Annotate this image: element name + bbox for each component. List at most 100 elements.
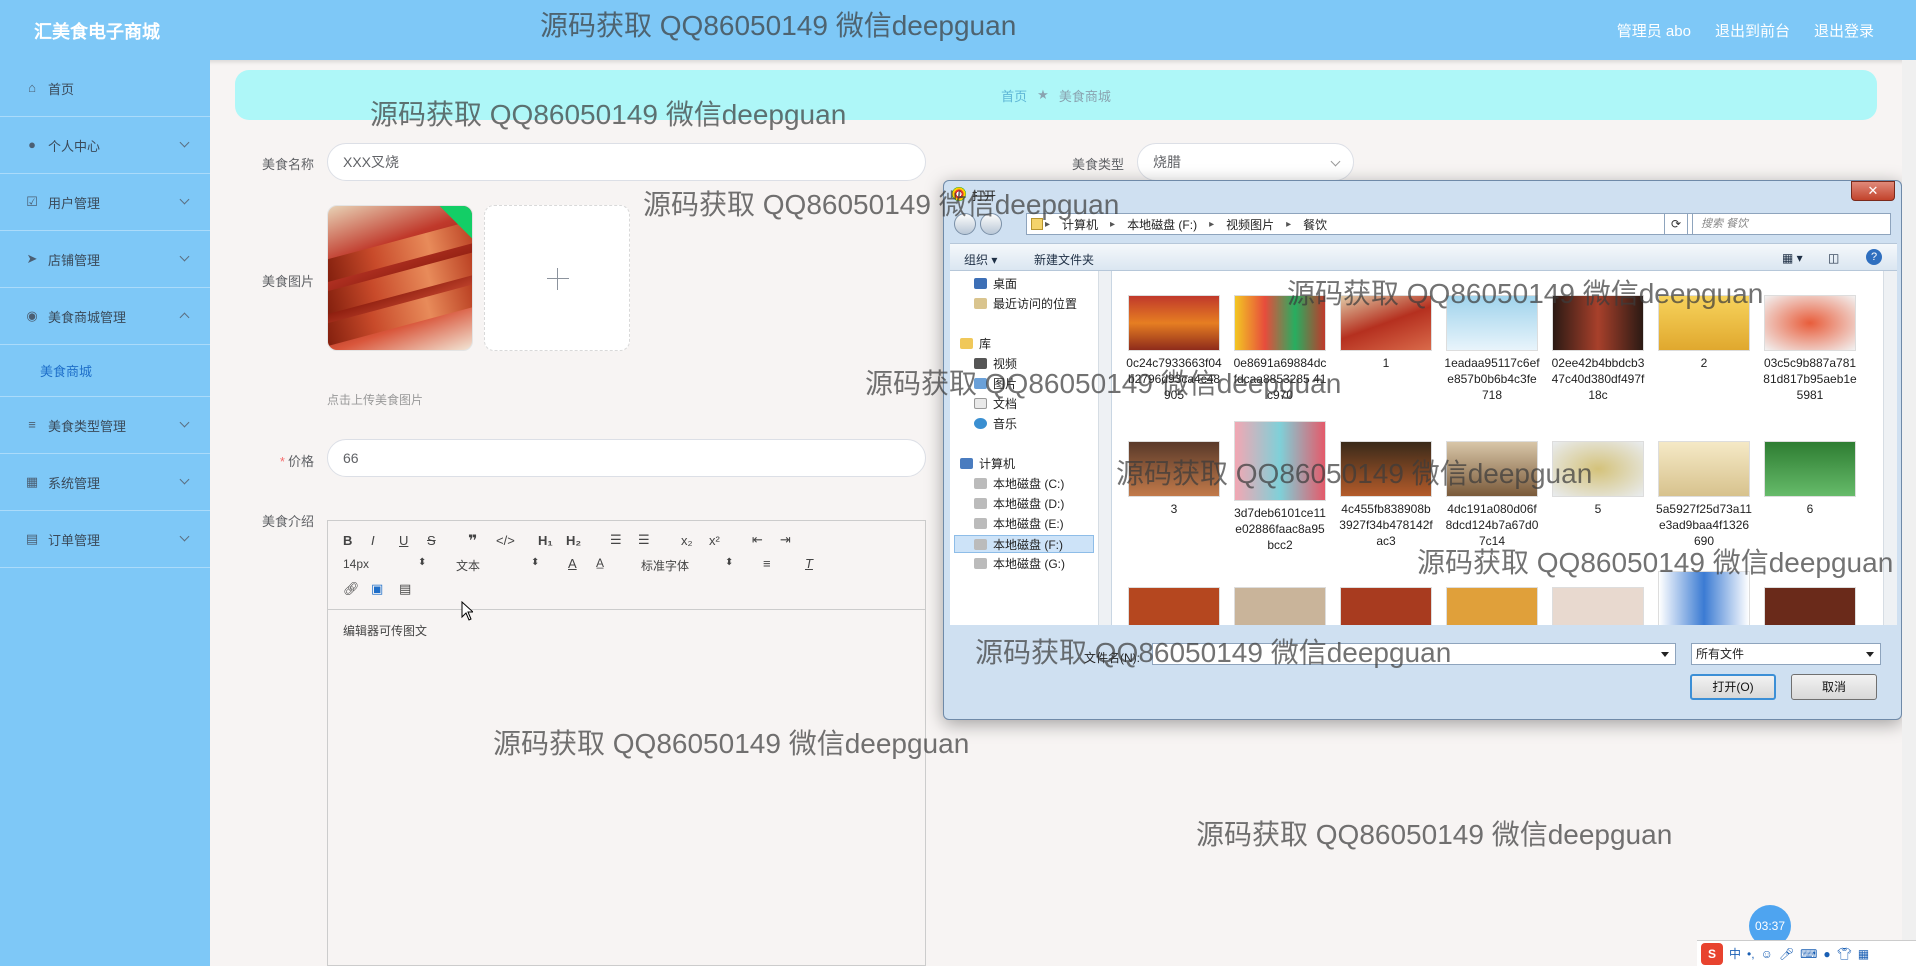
font-color-icon[interactable]: A xyxy=(568,556,577,571)
image-upload-button[interactable] xyxy=(484,205,630,351)
path-segment[interactable]: 计算机 xyxy=(1062,216,1098,233)
tree-item-pictures[interactable]: 图片 xyxy=(974,375,1017,393)
tree-item-computer[interactable]: 计算机 xyxy=(960,455,1015,473)
background-color-icon[interactable]: A̲ xyxy=(596,556,604,570)
page-scrollbar[interactable] xyxy=(1902,60,1916,966)
filetype-select[interactable]: 所有文件 xyxy=(1691,643,1881,665)
user-icon[interactable]: ● xyxy=(1823,947,1830,961)
new-folder-button[interactable]: 新建文件夹 xyxy=(1034,251,1094,268)
file-item[interactable]: 03c5c9b887a78181d817b95aeb1e5981 xyxy=(1762,295,1858,403)
tree-scrollbar[interactable] xyxy=(1098,271,1111,625)
quote-icon[interactable]: ❞ xyxy=(468,531,477,551)
grid-icon[interactable]: ▦ xyxy=(1858,947,1869,961)
subscript-icon[interactable]: x₂ xyxy=(681,533,693,548)
keyboard-icon[interactable]: ⌨ xyxy=(1800,947,1817,961)
file-item[interactable] xyxy=(1550,587,1646,625)
align-icon[interactable]: ≡ xyxy=(763,556,771,571)
cancel-button[interactable]: 取消 xyxy=(1791,674,1877,700)
ime-mode-toggle[interactable]: 中 xyxy=(1729,945,1741,962)
superscript-icon[interactable]: x² xyxy=(709,533,720,548)
file-item[interactable]: 2 xyxy=(1656,295,1752,371)
tree-item-documents[interactable]: 文档 xyxy=(974,395,1017,413)
tree-item-desktop[interactable]: 桌面 xyxy=(974,275,1017,293)
sidebar-item-orders[interactable]: ▤ 订单管理 xyxy=(0,511,210,568)
font-size-select[interactable]: 14px xyxy=(343,557,369,571)
indent-icon[interactable]: ⇥ xyxy=(780,532,791,548)
help-icon[interactable]: ? xyxy=(1866,249,1882,265)
logout-link[interactable]: 退出登录 xyxy=(1814,20,1874,41)
tree-item-drive-f[interactable]: 本地磁盘 (F:) xyxy=(954,535,1094,553)
emoji-icon[interactable]: ☺ xyxy=(1761,947,1773,961)
paragraph-select[interactable]: 文本 xyxy=(456,557,480,574)
admin-user-link[interactable]: 管理员 abo xyxy=(1617,20,1691,41)
microphone-icon[interactable]: 🎤︎ xyxy=(1779,947,1794,961)
sidebar-subitem-food-mall[interactable]: 美食商城 xyxy=(0,345,210,397)
sidebar-item-food-mall[interactable]: ◉ 美食商城管理 xyxy=(0,288,210,345)
preview-pane-icon[interactable]: ◫ xyxy=(1828,251,1839,265)
tree-item-recent[interactable]: 最近访问的位置 xyxy=(974,295,1077,313)
file-item[interactable]: 3d7deb6101ce11e02886faac8a95bcc2 xyxy=(1232,421,1328,553)
forward-button[interactable] xyxy=(980,213,1002,235)
open-button[interactable]: 打开(O) xyxy=(1690,674,1776,700)
address-bar[interactable]: ▸ 计算机 ▸ 本地磁盘 (F:) ▸ 视频图片 ▸ 餐饮 xyxy=(1026,213,1698,235)
food-name-input[interactable]: XXX叉烧 xyxy=(327,143,926,181)
underline-icon[interactable]: U xyxy=(399,533,408,548)
tree-item-videos[interactable]: 视频 xyxy=(974,355,1017,373)
file-item[interactable] xyxy=(1338,587,1434,625)
tree-item-drive-e[interactable]: 本地磁盘 (E:) xyxy=(974,515,1064,533)
heading2-icon[interactable]: H₂ xyxy=(566,533,581,548)
close-icon[interactable]: ✕ xyxy=(1851,181,1895,201)
clear-format-icon[interactable]: T xyxy=(805,556,813,571)
file-item[interactable]: 3 xyxy=(1126,441,1222,517)
ordered-list-icon[interactable]: ☰ xyxy=(610,532,622,548)
organize-button[interactable]: 组织 ▾ xyxy=(964,251,997,268)
price-input[interactable]: 66 xyxy=(327,439,926,477)
file-item[interactable]: 0c24c7933663f04b2796d93ca4c48905 xyxy=(1126,295,1222,403)
image-icon[interactable]: ▣ xyxy=(371,581,383,597)
link-icon[interactable]: 🔗︎ xyxy=(343,581,360,597)
files-scrollbar[interactable] xyxy=(1883,271,1897,625)
folder-search-input[interactable]: 搜索 餐饮 xyxy=(1692,213,1891,235)
path-segment[interactable]: 餐饮 xyxy=(1303,216,1327,233)
sidebar-item-home[interactable]: ⌂ 首页 xyxy=(0,60,210,117)
path-segment[interactable]: 视频图片 xyxy=(1226,216,1274,233)
file-item[interactable] xyxy=(1232,587,1328,625)
file-item[interactable]: 4dc191a080d06f8dcd124b7a67d07c14 xyxy=(1444,441,1540,549)
sidebar-item-profile[interactable]: ● 个人中心 xyxy=(0,117,210,174)
font-family-select[interactable]: 标准字体 xyxy=(641,557,689,574)
file-item[interactable] xyxy=(1656,571,1752,625)
file-item[interactable]: 6 xyxy=(1762,441,1858,517)
file-item[interactable]: 4c455fb838908b3927f34b478142fac3 xyxy=(1338,441,1434,549)
strikethrough-icon[interactable]: S xyxy=(427,533,436,548)
file-item[interactable]: 5a5927f25d73a11e3ad9baa4f1326690 xyxy=(1656,441,1752,549)
file-item[interactable]: 0e8691a69884dcfdcaa8853285 41c970 xyxy=(1232,295,1328,403)
code-icon[interactable]: </> xyxy=(496,533,515,548)
tree-item-drive-c[interactable]: 本地磁盘 (C:) xyxy=(974,475,1064,493)
exit-to-frontend-link[interactable]: 退出到前台 xyxy=(1715,20,1790,41)
file-item[interactable]: 1 xyxy=(1338,295,1434,371)
food-type-select[interactable]: 烧腊 xyxy=(1137,143,1354,181)
path-segment[interactable]: 本地磁盘 (F:) xyxy=(1127,216,1197,233)
editor-content[interactable]: 编辑器可传图文 xyxy=(328,610,925,651)
sidebar-item-users[interactable]: ☑ 用户管理 xyxy=(0,174,210,231)
tree-item-drive-g[interactable]: 本地磁盘 (G:) xyxy=(974,555,1065,573)
refresh-icon[interactable]: ⟳ xyxy=(1664,213,1688,235)
sidebar-item-shops[interactable]: ➤ 店铺管理 xyxy=(0,231,210,288)
heading1-icon[interactable]: H₁ xyxy=(538,533,553,548)
file-item[interactable]: 02ee42b4bbdcb347c40d380df497f18c xyxy=(1550,295,1646,403)
tree-item-music[interactable]: 音乐 xyxy=(974,415,1017,433)
filename-input[interactable] xyxy=(1152,643,1676,665)
file-item[interactable] xyxy=(1762,587,1858,625)
file-item[interactable] xyxy=(1126,587,1222,625)
sogou-logo-icon[interactable]: S xyxy=(1701,942,1723,965)
file-item[interactable] xyxy=(1444,587,1540,625)
skin-icon[interactable]: 👕︎ xyxy=(1837,947,1852,961)
sidebar-item-food-types[interactable]: ≡ 美食类型管理 xyxy=(0,397,210,454)
view-options-icon[interactable]: ▦ ▾ xyxy=(1782,251,1803,265)
italic-icon[interactable]: I xyxy=(371,533,375,548)
video-icon[interactable]: ▤ xyxy=(399,581,411,597)
breadcrumb-home[interactable]: 首页 xyxy=(1001,86,1027,105)
bold-icon[interactable]: B xyxy=(343,533,352,548)
tree-item-drive-d[interactable]: 本地磁盘 (D:) xyxy=(974,495,1064,513)
file-item[interactable]: 5 xyxy=(1550,441,1646,517)
